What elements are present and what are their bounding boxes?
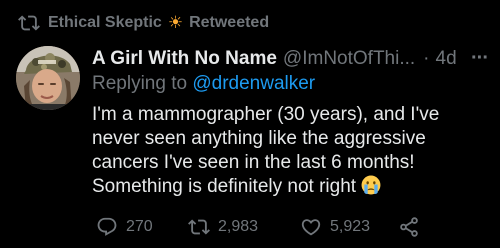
like-count: 5,923 [330, 218, 371, 235]
retweet-count: 2,983 [218, 218, 259, 235]
timestamp[interactable]: 4d [436, 48, 457, 70]
like-button[interactable]: 5,923 [300, 214, 370, 240]
sun-emoji-icon: ☀ [167, 13, 184, 32]
tweet-text-line: I'm a mammographer (30 years), and I've [92, 104, 440, 125]
display-name[interactable]: A Girl With No Name [92, 48, 277, 70]
tweet-text-line: cancers I've seen in the last 6 months! [92, 152, 415, 173]
avatar[interactable] [16, 46, 80, 110]
tweet-text-line: never seen anything like the aggressive [92, 128, 426, 149]
retweeted-label: Retweeted [189, 14, 270, 31]
retweeter-name[interactable]: Ethical Skeptic [48, 14, 162, 32]
user-handle[interactable]: @ImNotOfThi... [283, 48, 415, 70]
tweet-text: I'm a mammographer (30 years), and I've … [92, 103, 487, 199]
crying-face-emoji-icon [361, 175, 381, 195]
retweet-icon [188, 219, 210, 235]
replying-to-mention[interactable]: @drdenwalker [192, 73, 315, 94]
heart-icon [301, 219, 321, 236]
reply-count: 270 [126, 218, 153, 235]
retweet-icon [18, 15, 40, 31]
reply-button[interactable]: 270 [96, 214, 153, 240]
tweet-actions-bar: 270 2,983 5,923 [96, 214, 426, 240]
replying-to-label: Replying to [92, 73, 188, 94]
retweet-button[interactable]: 2,983 [188, 214, 258, 240]
tweet-header: A Girl With No Name @ImNotOfThi... · 4d … [92, 46, 492, 72]
tweet-text-line-last: Something is definitely not right [92, 175, 487, 199]
share-button[interactable] [398, 214, 428, 240]
tweet-text-line: Something is definitely not right [92, 176, 357, 197]
separator-dot: · [423, 48, 430, 69]
retweet-header: Ethical Skeptic ☀ Retweeted [16, 8, 269, 38]
more-options-icon[interactable]: ··· [471, 46, 489, 70]
share-icon [400, 217, 418, 237]
reply-icon [97, 217, 117, 236]
avatar-photo-icon [16, 46, 80, 110]
replying-to-line: Replying to @drdenwalker [92, 73, 315, 95]
